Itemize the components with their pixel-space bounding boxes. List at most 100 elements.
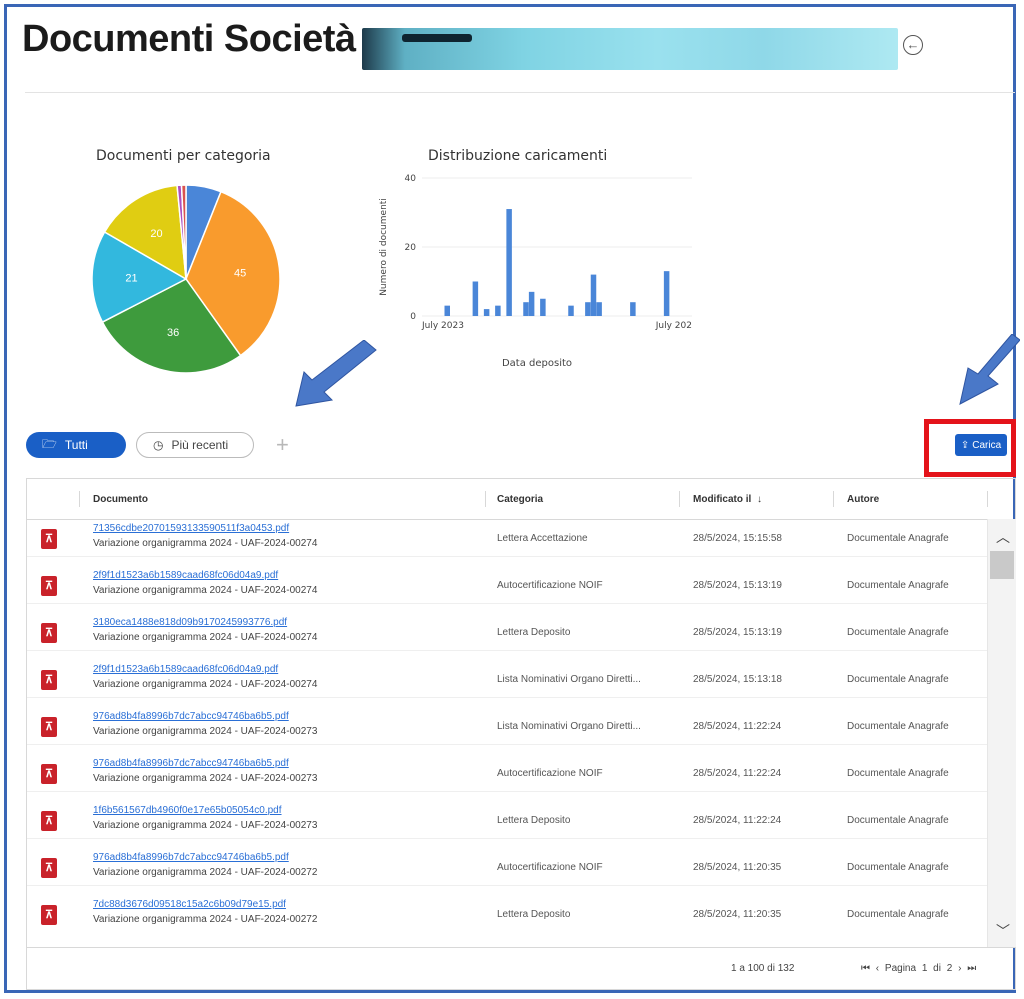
pdf-file-icon: ⊼ <box>41 529 57 549</box>
column-header-author[interactable]: Autore <box>847 494 879 505</box>
file-description: Variazione organigramma 2024 - UAF-2024-… <box>93 585 318 596</box>
file-link[interactable]: 976ad8b4fa8996b7dc7abcc94746ba6b5.pdf <box>93 758 317 769</box>
y-tick-label: 0 <box>410 312 416 322</box>
cell-modified: 28/5/2024, 15:13:18 <box>693 674 782 685</box>
cell-modified: 28/5/2024, 15:13:19 <box>693 627 782 638</box>
upload-button[interactable]: ⇪ Carica <box>955 434 1007 456</box>
table-row[interactable]: ⊼ 976ad8b4fa8996b7dc7abcc94746ba6b5.pdf V… <box>27 707 987 745</box>
file-link[interactable]: 976ad8b4fa8996b7dc7abcc94746ba6b5.pdf <box>93 852 317 863</box>
bar <box>568 305 574 316</box>
file-link[interactable]: 71356cdbe20701593133590511f3a0453.pdf <box>93 523 317 534</box>
bar <box>528 291 535 316</box>
cell-category: Lettera Accettazione <box>497 533 588 544</box>
file-description: Variazione organigramma 2024 - UAF-2024-… <box>93 914 318 925</box>
tab-label: Tutti <box>64 438 88 452</box>
x-tick-label: July 202 <box>655 321 692 331</box>
cell-author: Documentale Anagrafe <box>847 533 949 544</box>
bar-chart: 0 20 40 July 2023 July 202 Data deposito Numer… <box>379 174 692 369</box>
table-row[interactable]: ⊼ 3180eca1488e818d09b9170245993776.pdf Va… <box>27 613 987 651</box>
file-link[interactable]: 1f6b561567db4960f0e17e65b05054c0.pdf <box>93 805 317 816</box>
file-link[interactable]: 7dc88d3676d09518c15a2c6b09d79e15.pdf <box>93 899 317 910</box>
y-tick-label: 20 <box>405 243 417 253</box>
bar <box>596 302 602 316</box>
last-page-icon[interactable]: ⏭ <box>967 963 976 974</box>
bar <box>444 305 450 316</box>
column-header-document[interactable]: Documento <box>93 494 148 505</box>
tab-piu-recenti[interactable]: ◷ Più recenti <box>136 432 254 458</box>
file-link[interactable]: 2f9f1d1523a6b1589caad68fc06d04a9.pdf <box>93 570 317 581</box>
scroll-thumb[interactable] <box>990 551 1014 579</box>
vertical-scrollbar[interactable]: ︿ ﹀ <box>987 519 1016 947</box>
cell-modified: 28/5/2024, 11:20:35 <box>693 909 782 920</box>
bar <box>630 302 636 316</box>
next-page-icon[interactable]: › <box>958 963 961 974</box>
pdf-file-icon: ⊼ <box>41 717 57 737</box>
pdf-file-icon: ⊼ <box>41 576 57 596</box>
back-arrow-icon[interactable]: ← <box>903 35 923 55</box>
cell-author: Documentale Anagrafe <box>847 768 949 779</box>
upload-label: Carica <box>972 439 1002 451</box>
file-description: Variazione organigramma 2024 - UAF-2024-… <box>93 679 318 690</box>
scroll-down-icon[interactable]: ﹀ <box>996 921 1010 941</box>
documents-table: Documento Categoria Modificato il ↓ Auto… <box>26 478 1016 990</box>
cell-modified: 28/5/2024, 11:22:24 <box>693 768 782 779</box>
cell-author: Documentale Anagrafe <box>847 721 949 732</box>
cell-category: Lettera Deposito <box>497 909 571 920</box>
table-row[interactable]: ⊼ 7dc88d3676d09518c15a2c6b09d79e15.pdf Va… <box>27 895 987 933</box>
cell-modified: 28/5/2024, 11:22:24 <box>693 815 782 826</box>
bar <box>506 209 512 316</box>
file-description: Variazione organigramma 2024 - UAF-2024-… <box>93 867 318 878</box>
table-row[interactable]: ⊼ 2f9f1d1523a6b1589caad68fc06d04a9.pdf Va… <box>27 660 987 698</box>
cell-modified: 28/5/2024, 15:15:58 <box>693 533 782 544</box>
upload-icon: ⇪ <box>960 439 970 451</box>
table-row[interactable]: ⊼ 71356cdbe20701593133590511f3a0453.pdf V… <box>27 519 987 557</box>
page-title: Documenti Società - <box>22 18 378 60</box>
sort-desc-icon[interactable]: ↓ <box>757 494 762 505</box>
pdf-file-icon: ⊼ <box>41 764 57 784</box>
tab-tutti[interactable]: 🗁 Tutti <box>26 432 126 458</box>
bar <box>523 302 529 316</box>
pie-chart: 45 36 21 20 <box>91 184 281 374</box>
file-description: Variazione organigramma 2024 - UAF-2024-… <box>93 773 318 784</box>
bar <box>590 274 597 316</box>
bar <box>663 271 670 316</box>
cell-category: Autocertificazione NOIF <box>497 768 603 779</box>
table-header: Documento Categoria Modificato il ↓ Auto… <box>27 479 1015 520</box>
table-row[interactable]: ⊼ 2f9f1d1523a6b1589caad68fc06d04a9.pdf Va… <box>27 566 987 604</box>
add-tab-icon[interactable]: + <box>276 434 289 456</box>
file-link[interactable]: 976ad8b4fa8996b7dc7abcc94746ba6b5.pdf <box>93 711 317 722</box>
pie-chart-title: Documenti per categoria <box>96 148 271 164</box>
table-row[interactable]: ⊼ 976ad8b4fa8996b7dc7abcc94746ba6b5.pdf V… <box>27 848 987 886</box>
column-header-modified[interactable]: Modificato il <box>693 494 751 505</box>
document-filter-tabs: 🗁 Tutti ◷ Più recenti + <box>26 432 289 458</box>
row-count: 1 a 100 di 132 <box>731 963 795 974</box>
pagination: ⏮ ‹ Pagina 1 di 2 › ⏭ <box>861 963 976 974</box>
cell-modified: 28/5/2024, 11:20:35 <box>693 862 782 873</box>
table-row[interactable]: ⊼ 976ad8b4fa8996b7dc7abcc94746ba6b5.pdf V… <box>27 754 987 792</box>
cell-category: Lettera Deposito <box>497 627 571 638</box>
pdf-file-icon: ⊼ <box>41 905 57 925</box>
cell-author: Documentale Anagrafe <box>847 815 949 826</box>
bar <box>540 298 546 316</box>
prev-page-icon[interactable]: ‹ <box>876 963 879 974</box>
bar <box>472 281 479 316</box>
first-page-icon[interactable]: ⏮ <box>861 963 870 974</box>
cell-author: Documentale Anagrafe <box>847 627 949 638</box>
cell-category: Lettera Deposito <box>497 815 571 826</box>
cell-author: Documentale Anagrafe <box>847 674 949 685</box>
pie-slice-label: 45 <box>234 268 246 280</box>
file-link[interactable]: 3180eca1488e818d09b9170245993776.pdf <box>93 617 317 628</box>
pie-slice-label: 21 <box>125 273 137 285</box>
table-row[interactable]: ⊼ 1f6b561567db4960f0e17e65b05054c0.pdf Va… <box>27 801 987 839</box>
table-footer: 1 a 100 di 132 ⏮ ‹ Pagina 1 di 2 › ⏭ <box>27 947 1015 990</box>
y-tick-label: 40 <box>405 174 417 184</box>
scroll-up-icon[interactable]: ︿ <box>996 527 1010 547</box>
cell-category: Lista Nominativi Organo Diretti... <box>497 674 641 685</box>
pdf-file-icon: ⊼ <box>41 623 57 643</box>
tab-label: Più recenti <box>171 438 229 452</box>
file-link[interactable]: 2f9f1d1523a6b1589caad68fc06d04a9.pdf <box>93 664 317 675</box>
cell-category: Autocertificazione NOIF <box>497 580 603 591</box>
column-header-category[interactable]: Categoria <box>497 494 543 505</box>
redacted-company-name <box>362 28 898 70</box>
cell-category: Lista Nominativi Organo Diretti... <box>497 721 641 732</box>
